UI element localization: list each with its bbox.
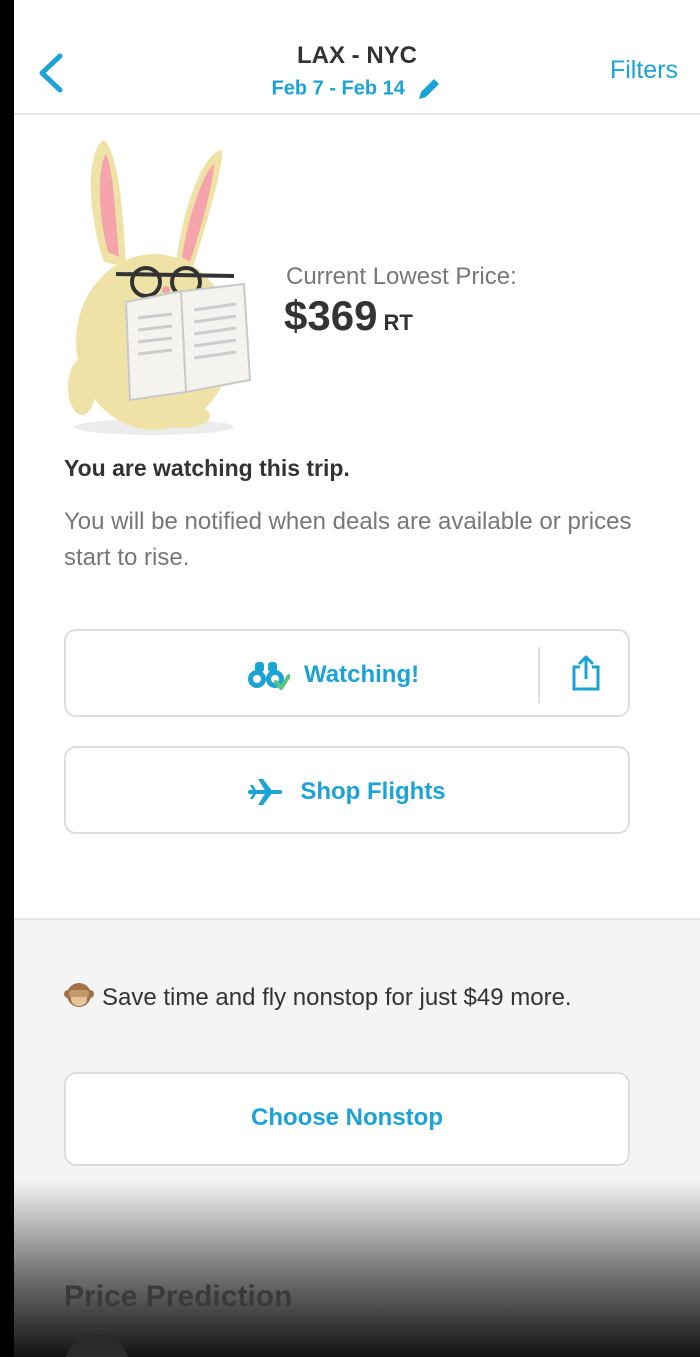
binoculars-icon xyxy=(248,662,290,690)
shop-flights-label: Shop Flights xyxy=(300,778,446,805)
see-no-evil-monkey-icon xyxy=(64,983,94,1007)
watching-button[interactable]: Watching! xyxy=(246,655,419,695)
pencil-icon[interactable] xyxy=(416,76,442,102)
nonstop-message-text: Save time and fly nonstop for just $49 m… xyxy=(102,984,572,1011)
trip-dates[interactable]: Feb 7 - Feb 14 xyxy=(14,76,700,102)
choose-nonstop-button[interactable]: Choose Nonstop xyxy=(64,1072,630,1166)
trip-dates-label: Feb 7 - Feb 14 xyxy=(271,77,405,100)
shop-flights-content: Shop Flights xyxy=(66,772,628,812)
route-title: LAX - NYC xyxy=(297,42,417,69)
watching-button-group: Watching! xyxy=(64,629,630,717)
rabbit-illustration xyxy=(68,140,252,435)
app-screen: LAX - NYC Feb 7 - Feb 14 Filters Current… xyxy=(14,0,700,1357)
lowest-price-value: $369 RT xyxy=(284,292,413,340)
filters-button[interactable]: Filters xyxy=(610,56,678,85)
price-amount: $369 xyxy=(284,292,378,339)
watching-heading: You are watching this trip. xyxy=(64,455,350,481)
lowest-price-label: Current Lowest Price: xyxy=(286,263,517,290)
bottom-fade-overlay xyxy=(14,1180,700,1357)
shop-flights-button[interactable]: Shop Flights xyxy=(64,746,630,834)
watching-button-label: Watching! xyxy=(304,661,420,688)
top-nav-bar: LAX - NYC Feb 7 - Feb 14 Filters xyxy=(14,0,700,115)
nonstop-message: Save time and fly nonstop for just $49 m… xyxy=(64,980,664,1016)
button-divider xyxy=(538,647,540,703)
airplane-icon xyxy=(248,779,283,805)
watching-description: You will be notified when deals are avai… xyxy=(64,508,632,571)
share-icon[interactable] xyxy=(566,653,606,697)
price-unit: RT xyxy=(383,310,413,335)
choose-nonstop-label: Choose Nonstop xyxy=(251,1104,443,1131)
price-prediction-heading: Price Prediction xyxy=(64,1280,293,1313)
